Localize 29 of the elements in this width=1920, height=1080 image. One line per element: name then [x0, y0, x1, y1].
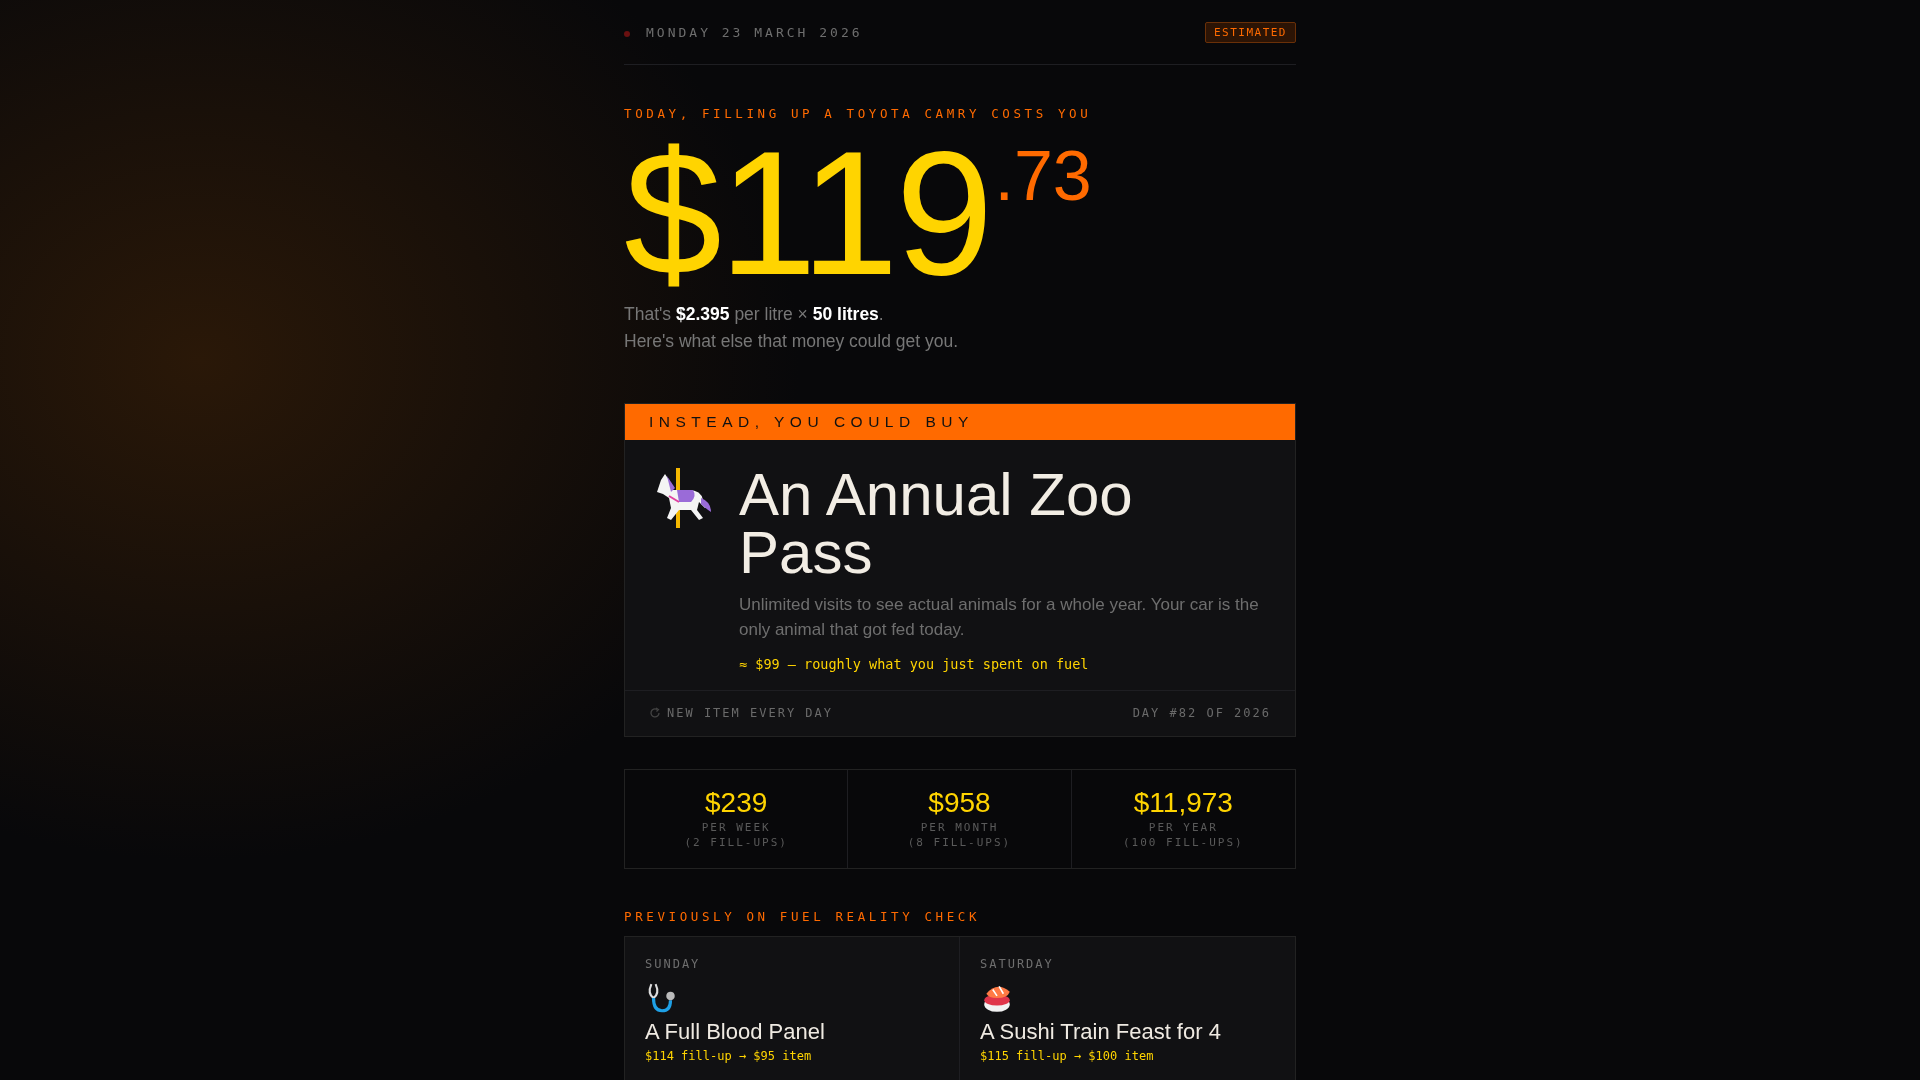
date-label: MONDAY 23 MARCH 2026	[646, 24, 863, 40]
price-detail: That's $2.395 per litre × 50 litres.	[624, 303, 885, 326]
stat-amount: $11,973	[1132, 786, 1234, 820]
stat-fillups: (2 FILL-UPS)	[683, 835, 789, 850]
card-banner: INSTEAD, YOU COULD BUY	[625, 404, 1295, 440]
section-label: PREVIOUSLY ON FUEL REALITY CHECK	[624, 909, 982, 924]
price-note: $115 fill-up → $100 item	[980, 1049, 1155, 1063]
section-label: TODAY, FILLING UP A TOYOTA CAMRY COSTS YOU	[624, 106, 1093, 121]
item-description: Unlimited visits to see actual animals for a whole year. Your car is the only animal that got fed today.	[739, 594, 1260, 641]
status-dot-icon	[624, 31, 630, 37]
stat-period: PER WEEK	[700, 820, 772, 835]
footer-note: NEW ITEM EVERY DAY	[667, 706, 834, 720]
item-title: A Sushi Train Feast for 4	[980, 1019, 1222, 1045]
refresh-icon	[649, 707, 661, 719]
stat-fillups: (8 FILL-UPS)	[906, 835, 1013, 850]
day-counter: DAY #82 OF 2026	[1132, 706, 1271, 720]
estimated-badge: ESTIMATED	[1204, 21, 1296, 43]
stat-period: PER MONTH	[919, 820, 1000, 835]
item-title: A Full Blood Panel	[645, 1019, 826, 1045]
stat-amount: $958	[927, 786, 992, 820]
day-label: SATURDAY	[980, 957, 1055, 971]
subline: Here's what else that money could get you.	[624, 330, 960, 353]
stat-period: PER YEAR	[1147, 820, 1219, 835]
stat-amount: $239	[704, 786, 769, 820]
stat-fillups: (100 FILL-UPS)	[1121, 835, 1245, 850]
item-title: An Annual Zoo Pass	[739, 466, 1134, 582]
price-note: $114 fill-up → $95 item	[645, 1049, 813, 1063]
day-label: SUNDAY	[645, 957, 702, 971]
comparison-note: ≈ $99 — roughly what you just spent on fuel	[739, 656, 1090, 672]
